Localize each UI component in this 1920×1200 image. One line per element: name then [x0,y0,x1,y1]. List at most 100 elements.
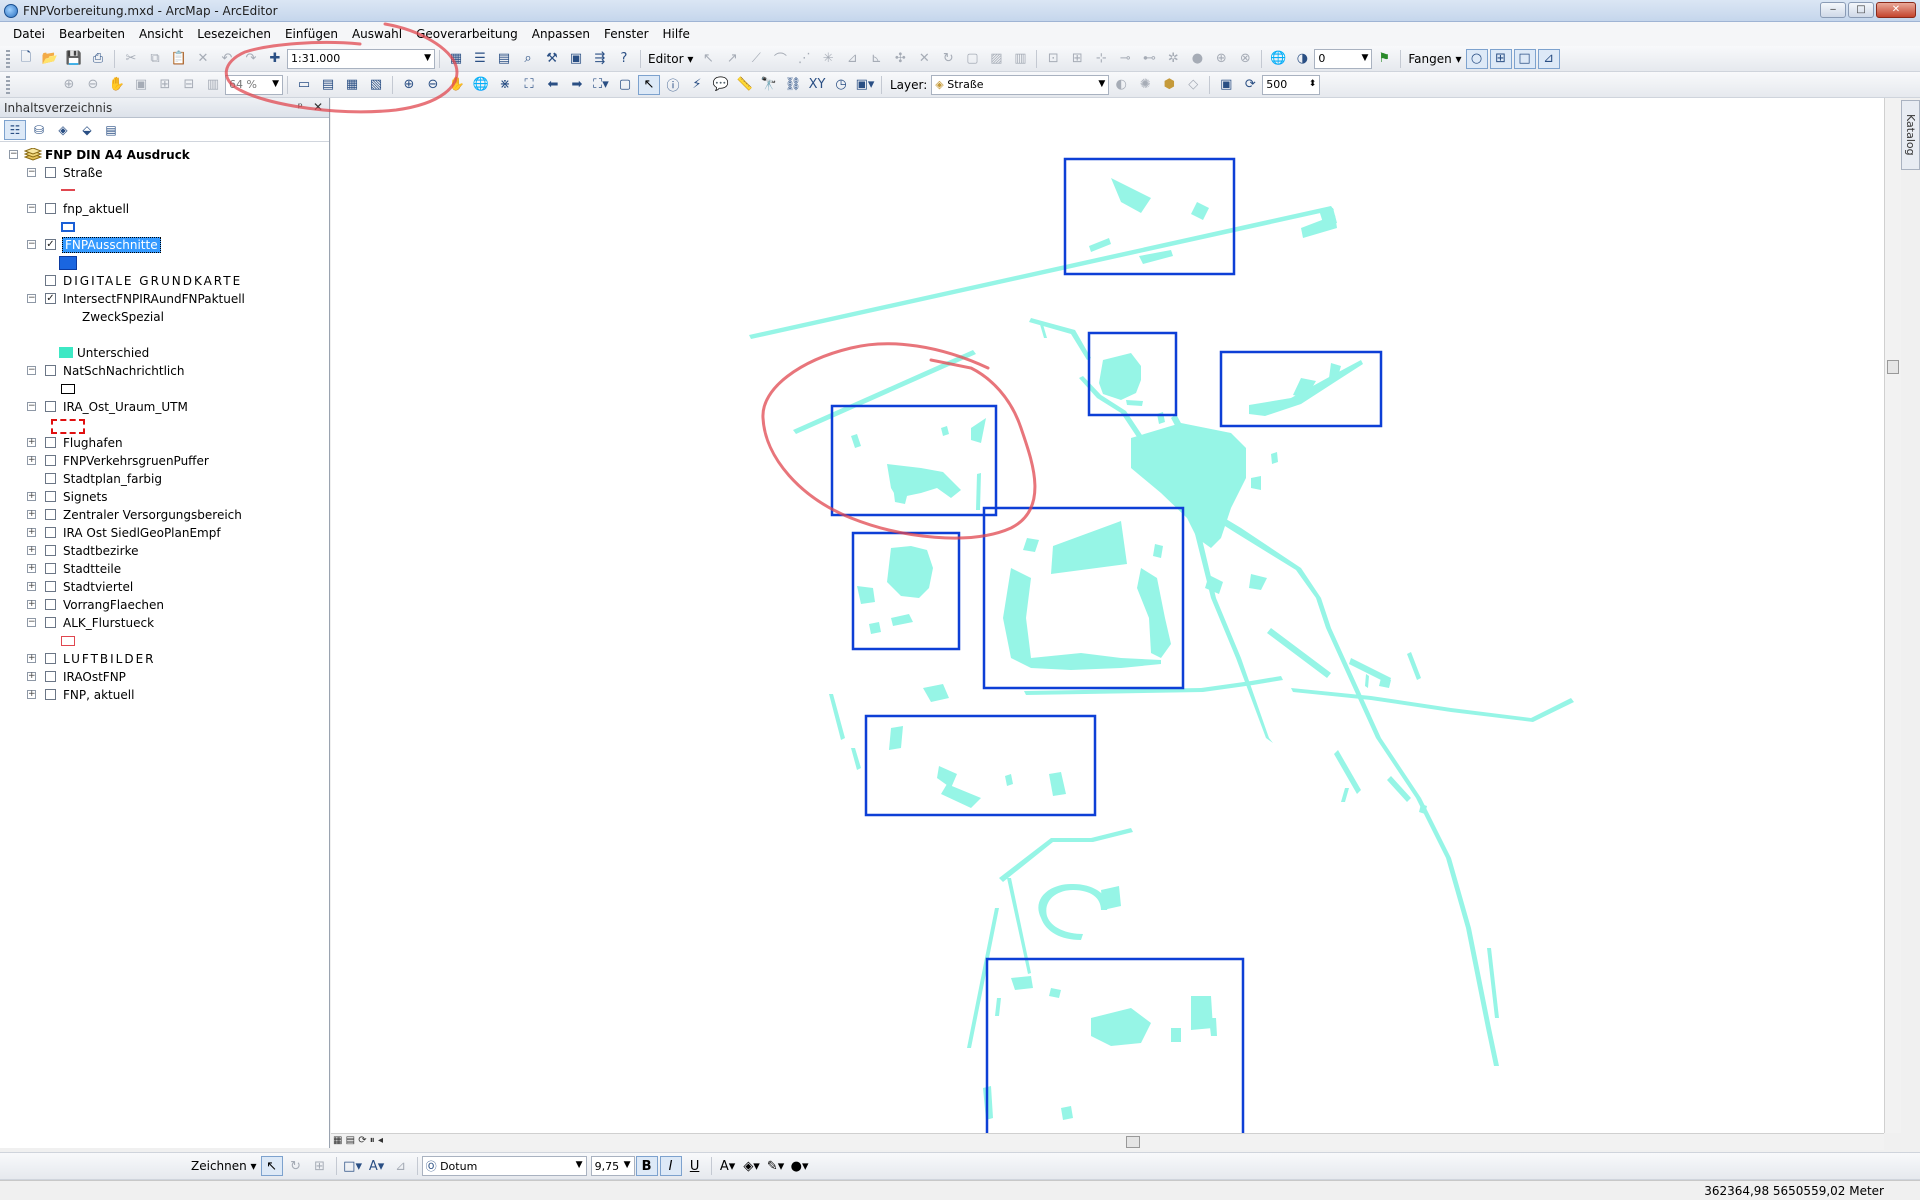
time-slider-icon[interactable]: ◷ [830,75,852,95]
split-icon[interactable]: ✕ [913,49,935,69]
cut-icon[interactable]: ✂ [120,49,142,69]
arctoolbox-icon[interactable]: ⚒ [541,49,563,69]
search-window-icon[interactable]: ⌕ [517,49,539,69]
menu-fenster[interactable]: Fenster [597,24,656,44]
copy-icon[interactable]: ⧉ [144,49,166,69]
menu-lesezeichen[interactable]: Lesezeichen [190,24,278,44]
toolbar-grip[interactable] [6,49,10,68]
cut-polygons-icon[interactable]: ✣ [889,49,911,69]
expand-icon[interactable]: + [27,456,36,465]
view-toggle-icons[interactable]: ▦ ▤ ⟳ ⏸ ◂ [333,1135,383,1146]
list-by-source-icon[interactable]: ⛁ [28,120,50,140]
zoom-to-selected-icon[interactable]: ⊞ [309,1156,331,1176]
fill-color-icon[interactable]: ◈▾ [741,1156,763,1176]
layer-row-fnp-aktuell[interactable]: − fnp_aktuell [0,200,329,218]
vertical-scrollbar[interactable] [1884,98,1901,1133]
layer-row-stadtteile[interactable]: + Stadtteile [0,560,329,578]
topology-icon-5[interactable]: ⊷ [1138,49,1160,69]
rotate-icon[interactable]: ↻ [937,49,959,69]
toc-options-icon[interactable]: ▤ [100,120,122,140]
sketch-properties-icon[interactable]: ▨ [985,49,1007,69]
snap-vertex-icon[interactable]: □ [1513,48,1536,69]
focus-data-frame-icon[interactable]: ▤ [317,75,339,95]
pin-icon[interactable]: ᵖ [298,100,303,114]
expand-icon[interactable]: + [27,492,36,501]
horizontal-scrollbar[interactable]: ▦ ▤ ⟳ ⏸ ◂ [331,1133,1884,1150]
zoom-in-icon[interactable]: ⊕ [398,75,420,95]
zeichnen-menu-button[interactable]: Zeichnen ▾ [188,1156,260,1176]
menu-geoverarbeitung[interactable]: Geoverarbeitung [409,24,525,44]
delete-icon[interactable]: ✕ [192,49,214,69]
contrast-icon[interactable]: ◐ [1110,75,1132,95]
expand-icon[interactable]: + [27,546,36,555]
list-by-drawing-order-icon[interactable]: ☷ [4,119,26,140]
add-data-icon[interactable]: ✚ [264,49,286,69]
italic-button[interactable]: I [659,1156,682,1176]
topology-icon-3[interactable]: ⊹ [1090,49,1112,69]
create-features-icon[interactable]: ▥ [1009,49,1031,69]
help-icon[interactable]: ? [613,49,635,69]
effects-icon[interactable]: ▣ [1215,75,1237,95]
menu-anpassen[interactable]: Anpassen [525,24,597,44]
brightness-icon[interactable]: ✺ [1134,75,1156,95]
layer-visibility-checkbox[interactable] [45,617,56,628]
maximize-button[interactable]: □ [1848,2,1874,18]
layer-visibility-checkbox[interactable] [45,527,56,538]
layer-row-alk-flurstueck[interactable]: − ALK_Flurstueck [0,614,329,632]
layer-row-digitale-grundkarte[interactable]: DIGITALE GRUNDKARTE [0,272,329,290]
expand-icon[interactable]: + [27,690,36,699]
model-builder-icon[interactable]: ⇶ [589,49,611,69]
layer-label-selected[interactable]: FNPAusschnitte [62,237,161,253]
expand-icon[interactable]: + [27,582,36,591]
snap-point-icon[interactable]: ○ [1465,48,1488,69]
change-layout-icon[interactable]: ▦ [341,75,363,95]
end-point-arc-icon[interactable]: ⌒ [769,49,791,69]
toolbar-grip[interactable] [6,75,10,94]
layer-visibility-checkbox[interactable]: ✓ [45,239,56,250]
layout-zoom-combo[interactable]: 64 % ▼ [225,74,283,95]
georef-icon-3[interactable]: ⊕ [1210,49,1232,69]
layer-visibility-checkbox[interactable] [45,653,56,664]
layout-zoom-out-icon[interactable]: ⊖ [82,75,104,95]
list-by-selection-icon[interactable]: ⬙ [76,120,98,140]
snap-tolerance-combo[interactable]: 0 ▼ [1314,48,1373,69]
expand-icon[interactable]: + [27,672,36,681]
paste-icon[interactable]: 📋 [168,49,190,69]
goto-xy-icon[interactable]: XY [806,75,828,95]
full-extent-icon[interactable]: 🌐 [470,75,492,95]
reshape-icon[interactable]: ⊾ [865,49,887,69]
layer-visibility-checkbox[interactable] [45,509,56,520]
layer-combo[interactable]: ◈ Straße ▼ [931,74,1110,95]
pan-icon[interactable]: ✋ [446,75,468,95]
collapse-icon[interactable]: − [27,366,36,375]
zoom-out-icon[interactable]: ⊖ [422,75,444,95]
layer-row-vorrangflaechen[interactable]: + VorrangFlaechen [0,596,329,614]
menu-einfuegen[interactable]: Einfügen [278,24,345,44]
collapse-icon[interactable]: − [9,150,18,159]
layout-full-page-icon[interactable]: ▣ [130,75,152,95]
layer-visibility-checkbox[interactable] [45,581,56,592]
data-driven-pages-icon[interactable]: ▧ [365,75,387,95]
expand-icon[interactable]: + [27,528,36,537]
layout-100-icon[interactable]: ▥ [202,75,224,95]
georef-icon-1[interactable]: ✲ [1162,49,1184,69]
edit-tool-icon[interactable]: ↖ [697,49,719,69]
layout-pan-icon[interactable]: ✋ [106,75,128,95]
rotate-icon[interactable]: ↻ [285,1156,307,1176]
hyperlink-icon[interactable]: ⚡ [686,75,708,95]
layer-row-luftbilder[interactable]: + LUFTBILDER [0,650,329,668]
topology-icon-2[interactable]: ⊞ [1066,49,1088,69]
font-color-icon[interactable]: A▾ [717,1156,739,1176]
catalog-window-icon[interactable]: ▤ [493,49,515,69]
open-folder-icon[interactable]: 📂 [39,49,61,69]
layer-visibility-checkbox[interactable]: ✓ [45,293,56,304]
scrollbar-thumb[interactable] [1887,360,1899,374]
layer-row-fnpausschnitte[interactable]: − ✓ FNPAusschnitte [0,236,329,254]
edit-vertices-icon[interactable]: ⊿ [390,1156,412,1176]
collapse-icon[interactable]: − [27,204,36,213]
new-document-icon[interactable]: 🗋 [15,49,37,69]
measure-icon[interactable]: 📏 [734,75,756,95]
forward-icon[interactable]: ➡ [566,75,588,95]
edit-vertices-icon[interactable]: ⊿ [841,49,863,69]
layout-zoom-in-icon[interactable]: ⊕ [58,75,80,95]
